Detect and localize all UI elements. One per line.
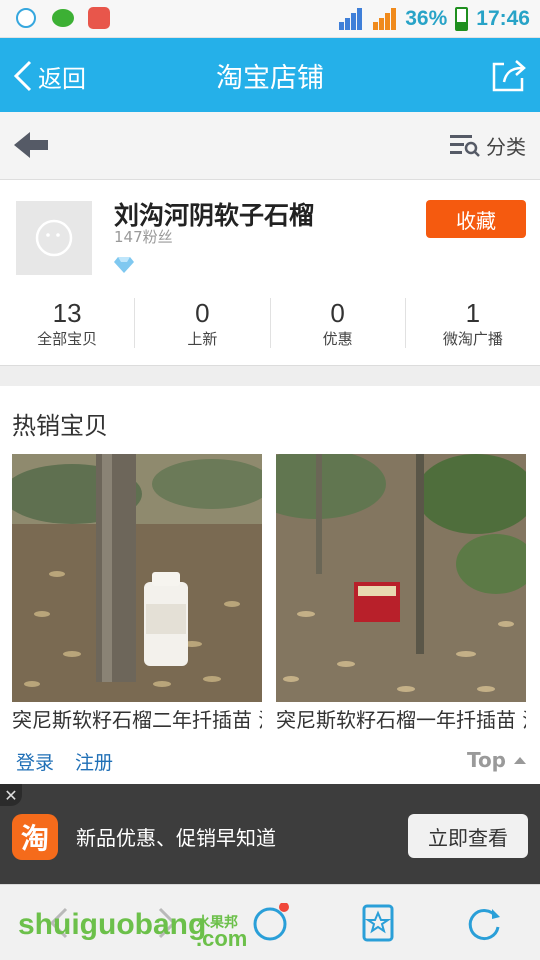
stat-broadcast[interactable]: 1 微淘广播 xyxy=(406,298,540,348)
app-notification-icon xyxy=(88,7,110,29)
section-title: 热销宝贝 xyxy=(12,412,108,440)
battery-percent: 36% xyxy=(405,7,448,30)
back-to-top-button[interactable]: Top xyxy=(467,748,526,772)
fans-count: 147粉丝 xyxy=(114,228,173,246)
stat-label: 优惠 xyxy=(322,330,353,348)
signal-e-icon xyxy=(337,8,363,30)
stat-label: 上新 xyxy=(187,330,218,348)
wechat-notification-icon xyxy=(52,9,74,27)
shop-toolbar: 分类 xyxy=(0,112,540,180)
category-label: 分类 xyxy=(486,134,526,159)
caret-up-icon xyxy=(514,756,526,764)
stat-label: 微淘广播 xyxy=(442,330,503,348)
promo-text: 新品优惠、促销早知道 xyxy=(76,826,276,850)
login-bar: 登录 注册 Top xyxy=(0,738,540,784)
stat-label: 全部宝贝 xyxy=(37,330,98,348)
refresh-icon[interactable] xyxy=(464,903,504,943)
view-now-button[interactable]: 立即查看 xyxy=(408,814,528,858)
category-button[interactable]: 分类 xyxy=(450,130,526,160)
share-icon[interactable] xyxy=(490,56,528,94)
favorite-button[interactable]: 收藏 xyxy=(426,200,526,238)
stat-value: 0 xyxy=(195,298,210,328)
arrow-left-icon[interactable] xyxy=(14,130,50,160)
diamond-icon xyxy=(114,257,134,273)
product-card[interactable]: 突尼斯软籽石榴一年扦插苗 河阴软籽石榴 xyxy=(276,454,526,756)
signal-icon xyxy=(371,8,397,30)
bookmark-star-icon[interactable] xyxy=(358,903,398,943)
qq-notification-icon xyxy=(16,8,36,28)
stat-value: 0 xyxy=(330,298,345,328)
login-link[interactable]: 登录 xyxy=(16,748,54,775)
stat-new[interactable]: 0 上新 xyxy=(135,298,271,348)
taobao-logo: 淘 xyxy=(12,814,58,860)
shop-stats: 13 全部宝贝 0 上新 0 优惠 1 微淘广播 xyxy=(0,290,540,356)
close-icon[interactable]: ✕ xyxy=(0,784,22,806)
title-bar: 返回 淘宝店铺 xyxy=(0,38,540,112)
hot-items-section: 热销宝贝 突尼斯软籽石榴二年扦插苗 河阴软籽石榴 xyxy=(0,386,540,786)
stat-value: 13 xyxy=(52,298,82,328)
clock: 17:46 xyxy=(476,7,530,30)
product-card[interactable]: 突尼斯软籽石榴二年扦插苗 河阴软籽石榴 xyxy=(12,454,262,756)
app-promo-banner[interactable]: ✕ 淘 新品优惠、促销早知道 立即查看 xyxy=(0,784,540,884)
top-label: Top xyxy=(466,748,506,772)
shop-header: 刘沟河阴软子石榴 147粉丝 收藏 13 全部宝贝 0 上新 0 优惠 1 微淘… xyxy=(0,180,540,366)
watermark-text: shuiguobang xyxy=(18,908,207,941)
stat-value: 1 xyxy=(465,298,481,328)
stat-discount[interactable]: 0 优惠 xyxy=(271,298,406,348)
watermark-com: .com xyxy=(196,926,248,951)
stat-all-items[interactable]: 13 全部宝贝 xyxy=(0,298,136,348)
status-bar: 36% 17:46 xyxy=(0,0,540,38)
battery-icon xyxy=(455,7,469,31)
product-image[interactable] xyxy=(12,454,262,702)
product-image[interactable] xyxy=(276,454,526,702)
chat-bubble-icon[interactable] xyxy=(250,903,290,943)
page-title: 淘宝店铺 xyxy=(216,63,324,94)
placeholder-face-icon xyxy=(35,219,73,257)
shop-avatar[interactable] xyxy=(16,201,92,275)
list-search-icon xyxy=(450,135,480,157)
register-link[interactable]: 注册 xyxy=(75,748,113,775)
